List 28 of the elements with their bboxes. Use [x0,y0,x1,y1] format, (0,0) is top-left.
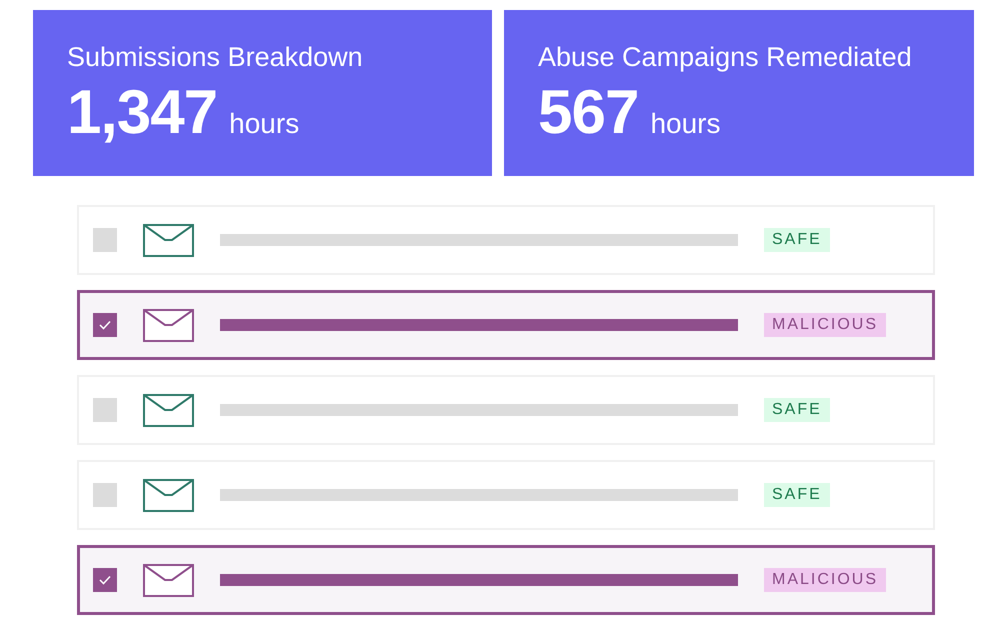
checkbox[interactable] [93,313,117,337]
envelope-icon [143,564,194,596]
envelope-icon [143,224,194,256]
verdict-tag: SAFE [764,483,830,507]
checkbox[interactable] [93,398,117,422]
email-row[interactable]: SAFE [77,205,935,275]
email-row[interactable]: MALICIOUS [77,545,935,615]
verdict-tag: SAFE [764,228,830,252]
stat-title: Abuse Campaigns Remediated [538,42,913,73]
email-row[interactable]: MALICIOUS [77,290,935,360]
verdict-tag: MALICIOUS [764,313,886,337]
envelope-icon [143,308,194,342]
envelope-icon [143,394,194,426]
verdict-tag: SAFE [764,398,830,422]
checkbox[interactable] [93,483,117,507]
stat-value: 567 [538,77,638,148]
check-icon [99,575,111,585]
email-row[interactable]: SAFE [77,460,935,530]
check-icon [99,320,111,330]
verdict-tag: MALICIOUS [764,568,886,592]
checkbox[interactable] [93,568,117,592]
checkbox[interactable] [93,228,117,252]
stat-value: 1,347 [67,77,218,148]
email-row[interactable]: SAFE [77,375,935,445]
stat-unit: hours [229,108,300,140]
stat-unit: hours [650,108,720,140]
stat-title: Submissions Breakdown [67,42,364,73]
envelope-icon [143,478,194,512]
